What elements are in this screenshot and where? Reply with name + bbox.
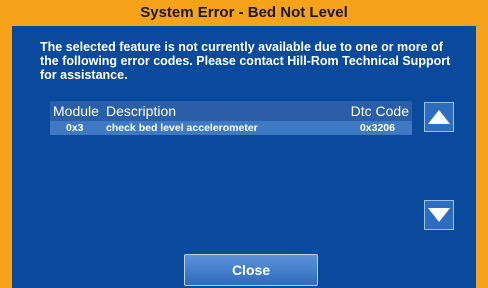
scroll-up-button[interactable] xyxy=(424,102,454,132)
header-module: Module xyxy=(53,103,99,119)
header-dtc-code: Dtc Code xyxy=(350,103,409,119)
table-row[interactable]: 0x3 check bed level accelerometer 0x3206 xyxy=(50,121,412,135)
error-message: The selected feature is not currently av… xyxy=(40,40,451,82)
scroll-down-button[interactable] xyxy=(424,200,454,230)
cell-description: check bed level accelerometer xyxy=(106,122,258,134)
dialog-title: System Error - Bed Not Level xyxy=(140,4,348,21)
table-header: Module Description Dtc Code xyxy=(50,101,412,121)
cell-module: 0x3 xyxy=(66,122,84,134)
cell-dtc-code: 0x3206 xyxy=(359,122,395,134)
error-code-table: Module Description Dtc Code 0x3 check be… xyxy=(50,101,412,135)
triangle-up-icon xyxy=(428,110,450,124)
close-button[interactable]: Close xyxy=(184,254,318,286)
error-dialog: System Error - Bed Not Level The selecte… xyxy=(0,0,488,288)
triangle-down-icon xyxy=(428,208,450,222)
header-description: Description xyxy=(106,103,177,119)
